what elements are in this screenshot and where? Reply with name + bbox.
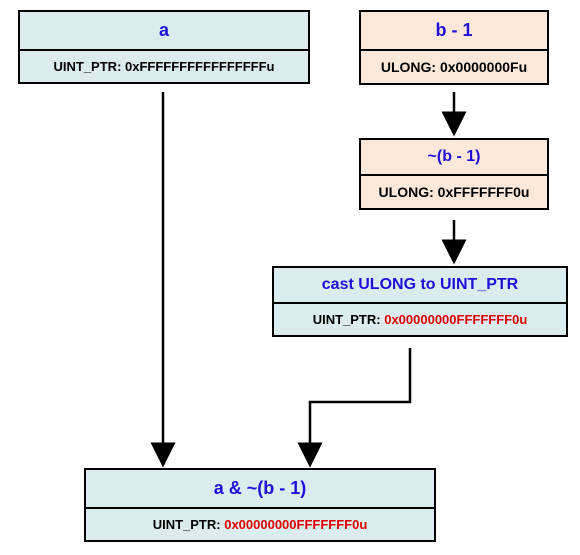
node-a-body: UINT_PTR: 0xFFFFFFFFFFFFFFFFu xyxy=(20,51,308,82)
node-result-title: a & ~(b - 1) xyxy=(86,470,434,509)
node-bminus1: b - 1 ULONG: 0x0000000Fu xyxy=(359,10,549,85)
node-cast: cast ULONG to UINT_PTR UINT_PTR: 0x00000… xyxy=(272,266,568,337)
node-cast-title: cast ULONG to UINT_PTR xyxy=(274,268,566,304)
node-result-value: 0x00000000FFFFFFF0u xyxy=(224,517,367,532)
node-cast-value: 0x00000000FFFFFFF0u xyxy=(384,312,527,327)
node-bminus1-title: b - 1 xyxy=(361,12,547,51)
node-bminus1-body: ULONG: 0x0000000Fu xyxy=(361,51,547,83)
node-a-value: 0xFFFFFFFFFFFFFFFFu xyxy=(125,59,274,74)
node-bminus1-type: ULONG xyxy=(381,59,432,75)
node-notbminus1-type: ULONG xyxy=(379,184,430,200)
node-result-type: UINT_PTR xyxy=(153,517,217,532)
node-notbminus1: ~(b - 1) ULONG: 0xFFFFFFF0u xyxy=(359,138,549,210)
node-a-type: UINT_PTR xyxy=(54,59,118,74)
node-result: a & ~(b - 1) UINT_PTR: 0x00000000FFFFFFF… xyxy=(84,468,436,542)
node-notbminus1-title: ~(b - 1) xyxy=(361,140,547,176)
node-a-title: a xyxy=(20,12,308,51)
node-a: a UINT_PTR: 0xFFFFFFFFFFFFFFFFu xyxy=(18,10,310,84)
node-cast-body: UINT_PTR: 0x00000000FFFFFFF0u xyxy=(274,304,566,335)
node-bminus1-value: 0x0000000Fu xyxy=(440,59,527,75)
node-notbminus1-value: 0xFFFFFFF0u xyxy=(438,184,530,200)
node-result-body: UINT_PTR: 0x00000000FFFFFFF0u xyxy=(86,509,434,540)
node-notbminus1-body: ULONG: 0xFFFFFFF0u xyxy=(361,176,547,208)
node-cast-type: UINT_PTR xyxy=(313,312,377,327)
